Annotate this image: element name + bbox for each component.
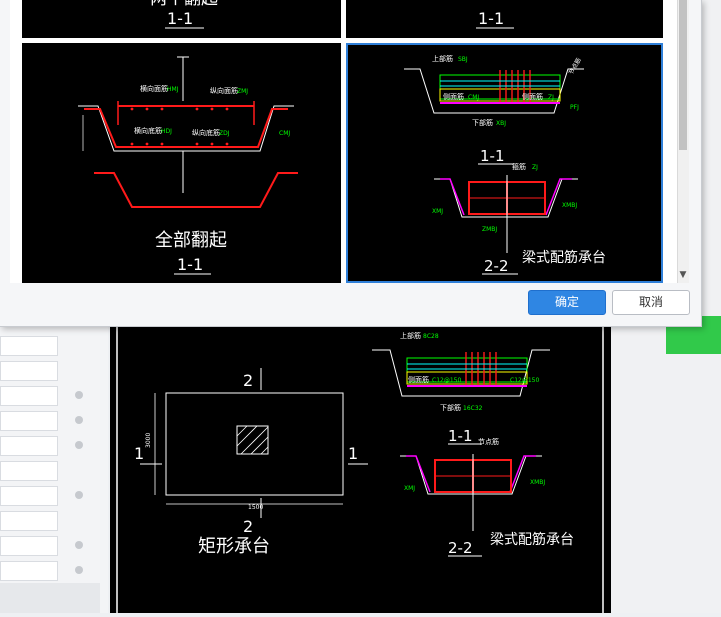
rebar-code: HMJ xyxy=(167,86,179,93)
rebar-label: 上部筋 xyxy=(432,54,453,63)
thumbnail-section: 2-2 xyxy=(484,257,509,275)
rebar-label: 横向底筋 xyxy=(134,126,162,135)
thumbnail-section: 1-1 xyxy=(480,147,505,165)
scrollbar-thumb[interactable] xyxy=(679,0,687,150)
thumbnail-title: 全部翻起 xyxy=(155,230,227,251)
rebar-code: XMBJ xyxy=(562,202,577,209)
rebar-code: ZJ xyxy=(548,94,554,101)
rebar-code: XBJ xyxy=(496,120,506,127)
property-field[interactable] xyxy=(0,336,58,356)
rebar-code: CMJ xyxy=(468,94,479,101)
rebar-label: 侧面筋 xyxy=(443,92,464,101)
rebar-code: ZDJ xyxy=(219,130,230,137)
property-field[interactable] xyxy=(0,561,58,581)
thumbnail-all-bent[interactable]: 横向面筋 HMJ 纵向面筋 ZMJ 横向底筋 HDJ 纵向底筋 ZDJ CMJ … xyxy=(22,43,341,283)
radio-dot-icon[interactable] xyxy=(75,441,83,449)
rebar-label: 横向面筋 xyxy=(140,84,168,93)
scroll-down-arrow-icon[interactable]: ▼ xyxy=(677,268,689,282)
property-field[interactable] xyxy=(0,536,58,556)
property-field[interactable] xyxy=(0,486,58,506)
property-field[interactable] xyxy=(0,511,58,531)
section-outline xyxy=(78,105,294,152)
rebar-code: HDJ xyxy=(161,128,172,135)
radio-dot-icon[interactable] xyxy=(75,541,83,549)
property-field[interactable] xyxy=(0,411,58,431)
thumbnail-partial[interactable]: 1-1 xyxy=(346,0,663,38)
rebar-code: ZMJ xyxy=(237,88,248,95)
rebar-label: 节点筋 xyxy=(567,56,583,76)
panel-footer xyxy=(0,583,100,613)
thumbnail-beam-cap-selected[interactable]: 上部筋 SBJ 侧面筋 CMJ 侧面筋 ZJ 下部筋 XBJ PFJ 节点筋 1… xyxy=(346,43,663,283)
property-field[interactable] xyxy=(0,461,58,481)
style-select-dialog: 两个翻起 1-1 1-1 xyxy=(0,0,702,327)
rebar-code: PFJ xyxy=(570,104,579,111)
canvas-frame xyxy=(116,326,604,613)
cancel-button[interactable]: 取消 xyxy=(612,290,690,315)
rebar-label: 下部筋 xyxy=(472,118,493,127)
ok-button[interactable]: 确定 xyxy=(528,290,606,315)
bottom-bar xyxy=(84,108,288,148)
radio-dot-icon[interactable] xyxy=(75,491,83,499)
thumbnail-title: 两个翻起 xyxy=(150,0,218,9)
property-field[interactable] xyxy=(0,436,58,456)
radio-dot-icon[interactable] xyxy=(75,391,83,399)
plan-bar xyxy=(94,172,298,208)
rebar-label: 纵向面筋 xyxy=(210,86,238,95)
thumbnail-section: 1-1 xyxy=(167,9,193,28)
rebar-label: 纵向底筋 xyxy=(192,128,220,137)
property-field[interactable] xyxy=(0,361,58,381)
rebar-code: ZJ xyxy=(532,164,538,171)
rebar-code: XMJ xyxy=(432,208,443,215)
thumbnail-title: 梁式配筋承台 xyxy=(522,249,606,266)
thumbnail-two-bent[interactable]: 两个翻起 1-1 xyxy=(22,0,341,38)
thumbnail-section: 1-1 xyxy=(177,255,203,274)
bent-bar xyxy=(440,178,465,216)
bent-bar xyxy=(545,178,572,216)
rebar-code: SBJ xyxy=(458,56,468,63)
property-field[interactable] xyxy=(0,386,58,406)
radio-dot-icon[interactable] xyxy=(75,566,83,574)
thumbnail-gallery[interactable]: 两个翻起 1-1 1-1 xyxy=(10,0,677,283)
thumbnail-section: 1-1 xyxy=(478,9,504,28)
radio-dot-icon[interactable] xyxy=(75,416,83,424)
rebar-label: 箍筋 xyxy=(512,162,526,171)
rebar-code: ZMBJ xyxy=(482,226,497,233)
rebar-label: 侧面筋 xyxy=(522,92,543,101)
rebar-code: CMJ xyxy=(279,130,290,137)
section-outline xyxy=(404,68,584,114)
